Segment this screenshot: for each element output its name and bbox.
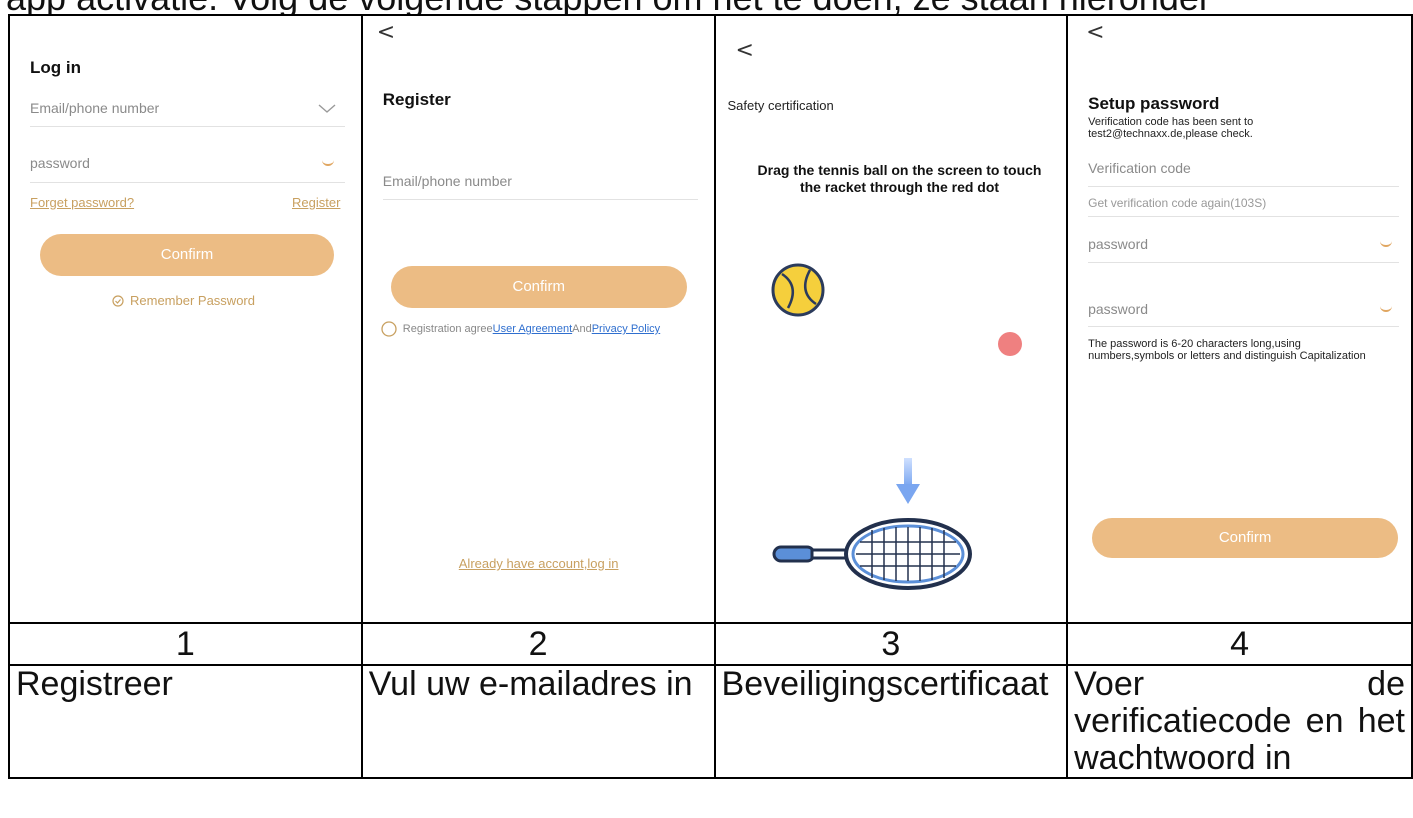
steps-table: Log in Email/phone number password Forge…	[8, 14, 1413, 779]
verification-code-field[interactable]: Verification code	[1088, 160, 1191, 176]
register-link[interactable]: Register	[292, 195, 340, 210]
drag-instruction: Drag the tennis ball on the screen to to…	[757, 162, 1042, 195]
panel-4: < Setup password Verification code has b…	[1066, 14, 1413, 624]
and-text: And	[572, 323, 592, 335]
step-description-4: Voer de verificatiecode en het wachtwoor…	[1066, 664, 1413, 779]
panel-2: < Register Email/phone number Confirm Re…	[360, 14, 716, 624]
back-icon[interactable]: <	[1086, 20, 1104, 45]
resend-code-link[interactable]: Get verification code again(103S)	[1088, 196, 1266, 210]
step-number-4: 4	[1066, 622, 1413, 666]
chevron-down-icon[interactable]	[318, 104, 336, 114]
password-rule-text: The password is 6-20 characters long,usi…	[1088, 338, 1366, 362]
confirm-button[interactable]: Confirm	[390, 266, 687, 308]
agree-prefix: Registration agree	[402, 323, 493, 335]
panel-1: Log in Email/phone number password Forge…	[8, 14, 363, 624]
panel-3: < Safety certification Drag the tennis b…	[713, 14, 1069, 624]
step-description-3: Beveiligingscertificaat	[713, 664, 1069, 779]
confirm-button[interactable]: Confirm	[40, 234, 334, 276]
racket-icon[interactable]	[772, 502, 972, 592]
confirm-password-field[interactable]: password	[1088, 301, 1148, 317]
email-field[interactable]: Email/phone number	[30, 100, 159, 116]
radio-circle-icon[interactable]	[381, 321, 397, 337]
eye-closed-icon[interactable]	[1380, 305, 1393, 312]
eye-closed-icon[interactable]	[1380, 240, 1393, 247]
login-title: Log in	[30, 58, 81, 77]
login-link[interactable]: Already have account,log in	[459, 556, 619, 571]
password-field[interactable]: password	[1088, 236, 1148, 252]
step-number-3: 3	[713, 622, 1069, 666]
code-sent-notice: Verification code has been sent to test2…	[1088, 116, 1254, 140]
red-dot-icon	[997, 332, 1022, 356]
register-title: Register	[382, 90, 451, 109]
back-icon[interactable]: <	[736, 38, 754, 63]
step-description-1: Registreer	[8, 664, 363, 779]
setup-password-title: Setup password	[1088, 94, 1220, 113]
confirm-button[interactable]: Confirm	[1092, 518, 1399, 558]
tennis-ball-icon[interactable]	[770, 262, 826, 318]
back-icon[interactable]: <	[377, 20, 395, 45]
privacy-policy-link[interactable]: Privacy Policy	[592, 323, 660, 335]
user-agreement-link[interactable]: User Agreement	[493, 323, 572, 335]
remember-password-label[interactable]: Remember Password	[130, 293, 255, 308]
arrow-down-icon	[895, 458, 920, 504]
step-description-2: Vul uw e-mailadres in	[360, 664, 716, 779]
eye-closed-icon[interactable]	[322, 159, 334, 166]
safety-title: Safety certification	[727, 98, 834, 113]
check-circle-icon[interactable]	[112, 295, 124, 307]
step-number-2: 2	[360, 622, 716, 666]
login-screen: Log in Email/phone number password Forge…	[10, 16, 361, 622]
register-screen: < Register Email/phone number Confirm Re…	[362, 16, 714, 622]
agreement-text: Registration agreeUser AgreementAndPriva…	[403, 323, 660, 335]
forget-password-link[interactable]: Forget password?	[30, 195, 134, 210]
setup-password-screen: < Setup password Verification code has b…	[1068, 16, 1411, 622]
email-field[interactable]: Email/phone number	[383, 173, 512, 189]
safety-screen: < Safety certification Drag the tennis b…	[715, 16, 1067, 622]
password-field[interactable]: password	[30, 155, 90, 171]
step-number-1: 1	[8, 622, 363, 666]
